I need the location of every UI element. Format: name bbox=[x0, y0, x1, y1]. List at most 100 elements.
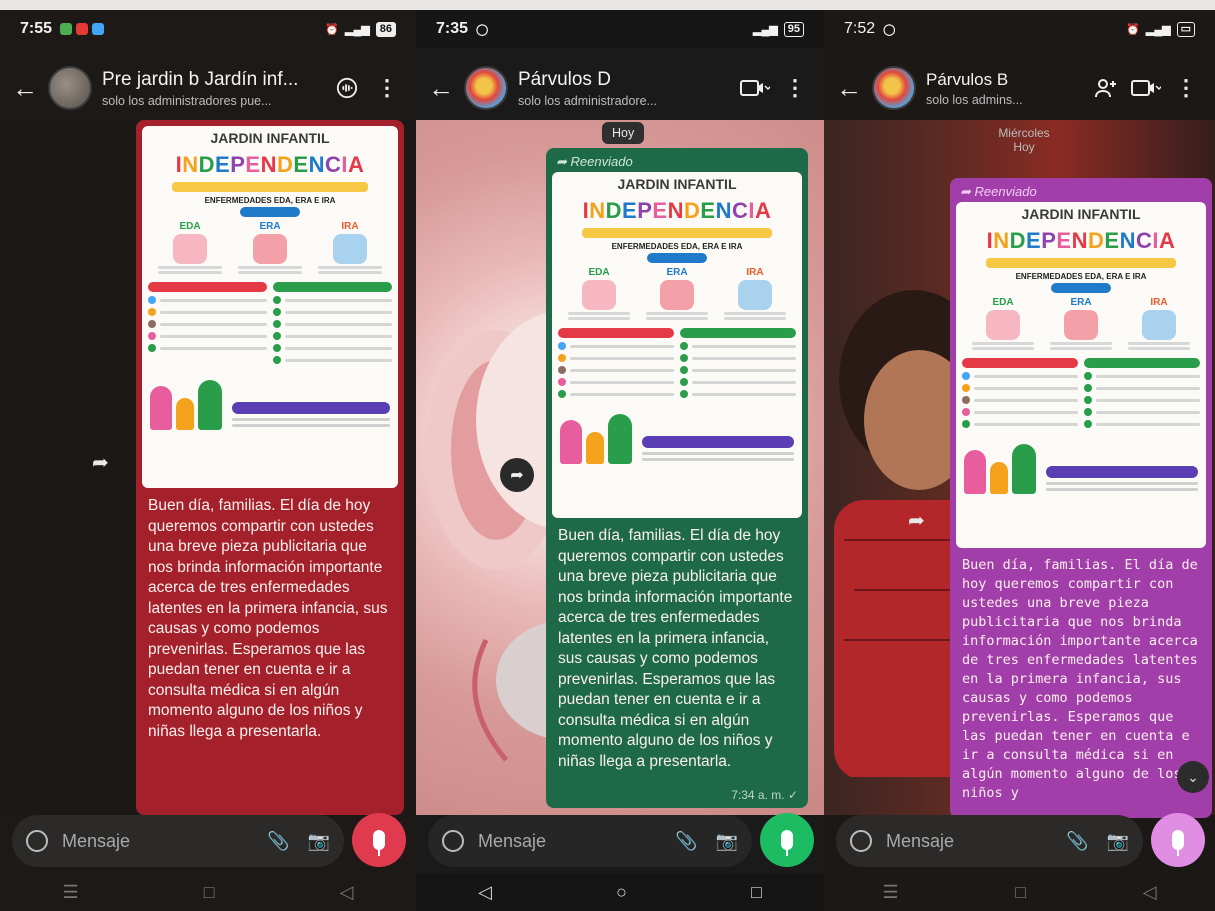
status-time: 7:52 bbox=[844, 20, 876, 37]
poster-top: JARDIN INFANTIL bbox=[617, 176, 737, 192]
system-icons: ⏰ ▂▄▆ ▭ bbox=[1126, 21, 1195, 37]
poster-subtitle: ENFERMEDADES EDA, ERA E IRA bbox=[1015, 272, 1147, 281]
poster-col-ira: IRA bbox=[746, 267, 764, 278]
poster-top: JARDIN INFANTIL bbox=[1021, 206, 1141, 222]
group-avatar[interactable] bbox=[872, 66, 916, 110]
poster-image[interactable]: JARDIN INFANTIL INDEPENDENCIA ENFERMEDAD… bbox=[142, 126, 398, 488]
back-arrow-icon[interactable]: ← bbox=[12, 73, 46, 104]
chat-subtitle: solo los administradore... bbox=[518, 93, 657, 108]
system-icons: ▂▄▆ 95 bbox=[753, 21, 804, 37]
whatsapp-notification-icon: ◯ bbox=[883, 23, 896, 36]
mic-button[interactable] bbox=[1151, 813, 1205, 867]
message-input[interactable]: Mensaje bbox=[886, 831, 1048, 852]
back-nav-icon[interactable]: ◁ bbox=[340, 882, 354, 903]
mic-icon bbox=[373, 830, 385, 856]
poster-col-era: ERA bbox=[1070, 297, 1092, 308]
forward-icon[interactable]: ➦ bbox=[908, 508, 925, 533]
emoji-icon[interactable] bbox=[26, 830, 48, 852]
poster-subtitle: ENFERMEDADES EDA, ERA E IRA bbox=[611, 242, 743, 251]
more-options-icon[interactable]: ⋮ bbox=[1169, 71, 1203, 105]
battery-level: ▭ bbox=[1176, 21, 1195, 37]
chat-title-area[interactable]: Pre jardin b Jardín inf... solo los admi… bbox=[102, 69, 324, 108]
recents-icon[interactable]: □ bbox=[751, 882, 762, 903]
forward-icon[interactable]: ➦ bbox=[500, 458, 534, 492]
phone-screen-1: 7:55 ⏰ ▂▄▆ 86 ← Pre jardin b Jardín inf.… bbox=[0, 10, 416, 911]
poster-col-era: ERA bbox=[666, 267, 688, 278]
mic-button[interactable] bbox=[760, 813, 814, 867]
poster-image[interactable]: JARDIN INFANTIL INDEPENDENCIA ENFERMEDAD… bbox=[956, 202, 1206, 548]
message-time: 7:34 a. m. ✓ bbox=[731, 788, 798, 802]
signal-icon: ▂▄▆ bbox=[345, 23, 370, 36]
status-bar: 7:35 ◯ ▂▄▆ 95 bbox=[416, 10, 824, 48]
camera-icon[interactable]: 📷 bbox=[1107, 831, 1129, 852]
message-input-bar[interactable]: Mensaje 📎 📷 bbox=[12, 815, 344, 867]
message-input-bar[interactable]: Mensaje 📎 📷 bbox=[428, 815, 752, 867]
mic-icon bbox=[1172, 830, 1184, 856]
message-input[interactable]: Mensaje bbox=[62, 831, 249, 852]
poster-image[interactable]: JARDIN INFANTIL INDEPENDENCIA ENFERMEDAD… bbox=[552, 172, 802, 518]
emoji-icon[interactable] bbox=[442, 830, 464, 852]
poster-col-ira: IRA bbox=[341, 221, 359, 232]
attach-icon[interactable]: 📎 bbox=[267, 831, 289, 852]
message-text: Buen día, familias. El día de hoy querem… bbox=[148, 497, 388, 740]
chat-title-area[interactable]: Párvulos D solo los administradore... bbox=[518, 69, 732, 108]
message-input-bar[interactable]: Mensaje 📎 📷 bbox=[836, 815, 1143, 867]
more-options-icon[interactable]: ⋮ bbox=[370, 71, 404, 105]
battery-level: 95 bbox=[783, 21, 804, 37]
recents-icon[interactable]: ☰ bbox=[882, 882, 898, 903]
more-options-icon[interactable]: ⋮ bbox=[778, 71, 812, 105]
status-time: 7:35 bbox=[436, 20, 469, 37]
scroll-down-button[interactable]: ⌄ bbox=[1177, 761, 1209, 793]
back-arrow-icon[interactable]: ← bbox=[836, 73, 870, 104]
home-icon[interactable]: □ bbox=[1015, 882, 1026, 903]
chat-title: Párvulos D bbox=[518, 68, 611, 90]
battery-level: 86 bbox=[375, 21, 396, 37]
chat-subtitle: solo los admins... bbox=[926, 92, 1023, 107]
forward-icon[interactable]: ➦ bbox=[92, 450, 109, 475]
poster-col-eda: EDA bbox=[179, 221, 201, 232]
poster-col-ira: IRA bbox=[1150, 297, 1168, 308]
group-avatar[interactable] bbox=[48, 66, 92, 110]
chat-title-area[interactable]: Párvulos B solo los admins... bbox=[926, 70, 1083, 107]
back-nav-icon[interactable]: ◁ bbox=[1143, 882, 1157, 903]
message-text: Buen día, familias. El día de hoy querem… bbox=[962, 557, 1198, 801]
poster-col-eda: EDA bbox=[992, 297, 1014, 308]
alarm-icon: ⏰ bbox=[1126, 23, 1140, 36]
voice-chat-icon[interactable] bbox=[330, 71, 364, 105]
recents-icon[interactable]: ☰ bbox=[63, 882, 79, 903]
message-bubble[interactable]: ➦ Reenviado JARDIN INFANTIL INDEPENDENCI… bbox=[546, 148, 808, 808]
camera-icon[interactable]: 📷 bbox=[308, 831, 330, 852]
message-text: Buen día, familias. El día de hoy querem… bbox=[558, 527, 793, 770]
status-bar: 7:52 ◯ ⏰ ▂▄▆ ▭ bbox=[824, 10, 1215, 48]
video-call-icon[interactable] bbox=[1129, 71, 1163, 105]
message-bubble[interactable]: JARDIN INFANTIL INDEPENDENCIA ENFERMEDAD… bbox=[136, 120, 404, 815]
whatsapp-notification-icon: ◯ bbox=[476, 23, 489, 36]
message-bubble[interactable]: ➦ Reenviado JARDIN INFANTIL INDEPENDENCI… bbox=[950, 178, 1212, 818]
back-arrow-icon[interactable]: ← bbox=[428, 73, 462, 104]
video-call-icon[interactable] bbox=[738, 71, 772, 105]
back-nav-icon[interactable]: ◁ bbox=[478, 882, 492, 903]
poster-top: JARDIN INFANTIL bbox=[210, 130, 330, 146]
day-label: Miércoles Hoy bbox=[998, 126, 1050, 154]
forwarded-label: ➦ Reenviado bbox=[556, 154, 633, 169]
attach-icon[interactable]: 📎 bbox=[675, 831, 697, 852]
group-avatar[interactable] bbox=[464, 66, 508, 110]
status-bar: 7:55 ⏰ ▂▄▆ 86 bbox=[0, 10, 416, 48]
attach-icon[interactable]: 📎 bbox=[1066, 831, 1088, 852]
poster-title: INDEPENDENCIA bbox=[582, 198, 772, 223]
emoji-icon[interactable] bbox=[850, 830, 872, 852]
home-icon[interactable]: ○ bbox=[616, 882, 627, 903]
add-person-icon[interactable] bbox=[1089, 71, 1123, 105]
nav-bar: ☰ □ ◁ bbox=[0, 873, 416, 911]
chat-title: Pre jardin b Jardín inf... bbox=[102, 68, 299, 90]
chevron-down-icon: ⌄ bbox=[1187, 768, 1199, 785]
home-icon[interactable]: □ bbox=[204, 882, 215, 903]
mic-icon bbox=[781, 830, 793, 856]
chat-subtitle: solo los administradores pue... bbox=[102, 93, 272, 108]
forwarded-label: ➦ Reenviado bbox=[960, 184, 1037, 199]
camera-icon[interactable]: 📷 bbox=[716, 831, 738, 852]
alarm-icon: ⏰ bbox=[325, 23, 340, 36]
date-chip: Hoy bbox=[602, 122, 645, 144]
mic-button[interactable] bbox=[352, 813, 406, 867]
message-input[interactable]: Mensaje bbox=[478, 831, 657, 852]
